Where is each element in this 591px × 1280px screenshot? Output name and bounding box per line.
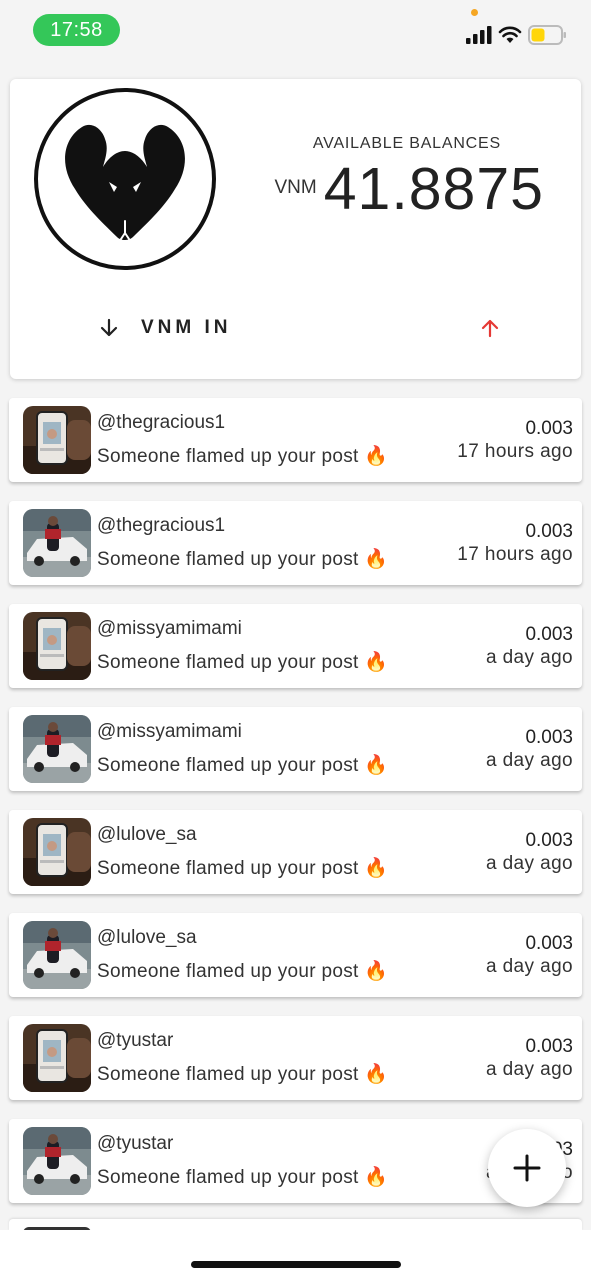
balance-value: VNM 41.8875: [274, 155, 544, 223]
snake-logo-icon: [34, 88, 216, 270]
transaction-time: 17 hours ago: [457, 544, 573, 565]
balance-label: AVAILABLE BALANCES: [312, 135, 501, 152]
add-button[interactable]: [488, 1129, 566, 1207]
transaction-item[interactable]: @lulove_sa Someone flamed up your post 🔥…: [9, 810, 582, 894]
fire-icon: 🔥: [364, 652, 389, 673]
home-indicator[interactable]: [191, 1261, 401, 1268]
transaction-username: @tyustar: [97, 1133, 174, 1154]
transaction-item[interactable]: @missyamimami Someone flamed up your pos…: [9, 604, 582, 688]
privacy-indicator: [471, 9, 478, 16]
vnm-out-button[interactable]: [479, 317, 501, 344]
transaction-username: @thegracious1: [97, 412, 226, 433]
transaction-username: @missyamimami: [97, 618, 242, 639]
transaction-time: a day ago: [485, 956, 573, 977]
transaction-description: Someone flamed up your post 🔥: [97, 959, 388, 983]
cellular-signal-icon: [466, 26, 492, 44]
transaction-description: Someone flamed up your post 🔥: [97, 444, 388, 468]
transaction-amount: 0.003: [525, 1036, 573, 1057]
transaction-amount: 0.003: [525, 933, 573, 954]
transaction-item[interactable]: @missyamimami Someone flamed up your pos…: [9, 707, 582, 791]
transaction-time: 17 hours ago: [457, 441, 573, 462]
transaction-item[interactable]: @thegracious1 Someone flamed up your pos…: [9, 501, 582, 585]
transaction-item[interactable]: @lulove_sa Someone flamed up your post 🔥…: [9, 913, 582, 997]
transaction-username: @lulove_sa: [97, 927, 197, 948]
vnm-in-label: VNM IN: [141, 317, 232, 338]
post-thumbnail: [23, 1024, 91, 1092]
transaction-username: @missyamimami: [97, 721, 242, 742]
transaction-item[interactable]: @thegracious1 Someone flamed up your pos…: [9, 398, 582, 482]
wifi-icon: [498, 26, 522, 43]
transaction-description-text: Someone flamed up your post: [97, 549, 359, 570]
fire-icon: 🔥: [364, 1064, 389, 1085]
transaction-amount: 0.003: [525, 727, 573, 748]
transaction-username: @lulove_sa: [97, 824, 197, 845]
fire-icon: 🔥: [364, 446, 389, 467]
plus-icon: [513, 1154, 541, 1182]
post-thumbnail: [23, 818, 91, 886]
transaction-time: a day ago: [485, 853, 573, 874]
balance-amount: 41.8875: [323, 156, 544, 222]
transaction-description: Someone flamed up your post 🔥: [97, 1165, 388, 1189]
post-thumbnail: [23, 715, 91, 783]
transaction-list: @thegracious1 Someone flamed up your pos…: [9, 398, 582, 1222]
transaction-username: @tyustar: [97, 1030, 174, 1051]
transaction-description-text: Someone flamed up your post: [97, 1167, 359, 1188]
fire-icon: 🔥: [364, 755, 389, 776]
balance-currency: VNM: [274, 177, 317, 198]
transaction-description-text: Someone flamed up your post: [97, 1064, 359, 1085]
fire-icon: 🔥: [364, 961, 389, 982]
balance-card: AVAILABLE BALANCES VNM 41.8875 VNM IN: [10, 79, 581, 379]
transaction-username: @thegracious1: [97, 515, 226, 536]
transaction-description-text: Someone flamed up your post: [97, 961, 359, 982]
transaction-time: a day ago: [485, 750, 573, 771]
status-time: 17:58: [33, 14, 120, 46]
transaction-amount: 0.003: [525, 830, 573, 851]
fire-icon: 🔥: [364, 858, 389, 879]
transaction-description-text: Someone flamed up your post: [97, 446, 359, 467]
transaction-description: Someone flamed up your post 🔥: [97, 856, 388, 880]
transaction-amount: 0.003: [525, 521, 573, 542]
transaction-description-text: Someone flamed up your post: [97, 755, 359, 776]
transaction-item[interactable]: @tyustar Someone flamed up your post 🔥 0…: [9, 1016, 582, 1100]
post-thumbnail: [23, 1127, 91, 1195]
post-thumbnail: [23, 509, 91, 577]
arrow-up-icon: [481, 319, 499, 338]
bottom-safe-area: [0, 1230, 591, 1280]
transaction-description: Someone flamed up your post 🔥: [97, 753, 388, 777]
battery-icon: [528, 25, 566, 45]
transaction-time: a day ago: [485, 1059, 573, 1080]
post-thumbnail: [23, 921, 91, 989]
status-bar: 17:58: [0, 0, 591, 64]
arrow-down-icon: [100, 318, 118, 337]
transaction-description-text: Someone flamed up your post: [97, 858, 359, 879]
post-thumbnail: [23, 612, 91, 680]
transaction-description: Someone flamed up your post 🔥: [97, 650, 388, 674]
transaction-description-text: Someone flamed up your post: [97, 652, 359, 673]
fire-icon: 🔥: [364, 1167, 389, 1188]
transaction-description: Someone flamed up your post 🔥: [97, 547, 388, 571]
transaction-description: Someone flamed up your post 🔥: [97, 1062, 388, 1086]
transaction-amount: 0.003: [525, 624, 573, 645]
transaction-time: a day ago: [485, 647, 573, 668]
post-thumbnail: [23, 406, 91, 474]
fire-icon: 🔥: [364, 549, 389, 570]
vnm-in-button[interactable]: VNM IN: [98, 317, 232, 339]
transaction-amount: 0.003: [525, 418, 573, 439]
